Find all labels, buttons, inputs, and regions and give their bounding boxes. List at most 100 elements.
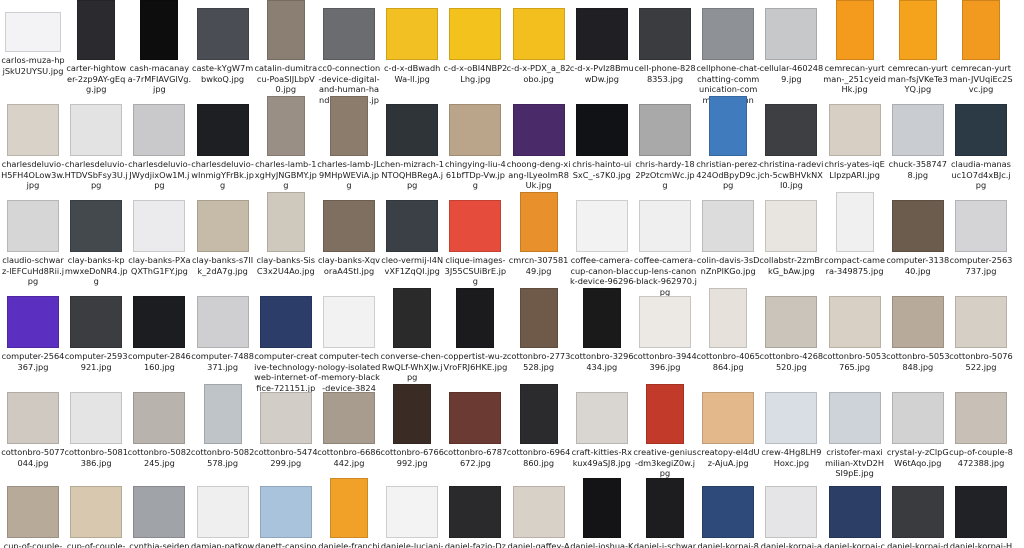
file-thumbnail[interactable] [259, 296, 312, 348]
file-thumbnail[interactable] [765, 392, 818, 444]
file-thumbnail[interactable] [639, 8, 691, 60]
file-item[interactable]: daniel-fazio-Dz [444, 478, 506, 548]
file-thumbnail[interactable] [7, 104, 59, 156]
file-item[interactable]: computer-2593921.jpg [65, 288, 128, 372]
file-thumbnail[interactable] [196, 8, 249, 60]
file-item[interactable]: crystal-y-zClpGW6tAqo.jpg [887, 384, 949, 468]
file-thumbnail[interactable] [519, 384, 558, 444]
file-item[interactable]: cmrcn-30758149.jpg [508, 192, 570, 276]
file-item[interactable]: charlesdeluvio-wInmigYFrBk.jpg [191, 96, 254, 191]
file-item[interactable]: clique-images-3J55CSUiBrE.jpg [444, 192, 506, 287]
file-thumbnail[interactable] [456, 288, 495, 348]
file-item[interactable]: cristofer-maximilian-XtvD2HSI9pE.jpg [824, 384, 886, 479]
file-thumbnail[interactable] [835, 192, 874, 252]
file-thumbnail[interactable] [449, 8, 502, 60]
file-thumbnail[interactable] [266, 192, 305, 252]
file-item[interactable]: chingying-liu-461bfTDp-Vw.jpg [444, 96, 506, 191]
file-item[interactable]: c-d-x-PvIz8BmuwDw.jpg [570, 0, 634, 84]
file-thumbnail[interactable] [702, 200, 755, 252]
file-thumbnail[interactable] [891, 200, 944, 252]
file-thumbnail[interactable] [575, 8, 628, 60]
file-thumbnail[interactable] [386, 200, 439, 252]
file-item[interactable]: cynthia-seidens [128, 478, 190, 548]
file-item[interactable]: daniel-gaffey-A [508, 478, 570, 548]
file-thumbnail[interactable] [702, 392, 755, 444]
file-thumbnail[interactable] [765, 104, 818, 156]
file-item[interactable]: cash-macanaya-7rMFIAVGlVg.jpg [128, 0, 191, 95]
file-item[interactable]: cottonbro-6787672.jpg [444, 384, 507, 468]
file-thumbnail[interactable] [133, 296, 186, 348]
file-thumbnail[interactable] [765, 296, 818, 348]
file-thumbnail[interactable] [70, 392, 123, 444]
file-thumbnail[interactable] [582, 478, 621, 538]
file-item[interactable]: cottonbro-3296434.jpg [570, 288, 634, 372]
file-item[interactable]: cottonbro-5474299.jpg [254, 384, 318, 468]
file-item[interactable]: christian-perez-424OdBpyD9c.jpg [696, 96, 760, 191]
file-thumbnail[interactable] [582, 288, 621, 348]
file-item[interactable]: cottonbro-5053765.jpg [823, 288, 886, 372]
file-thumbnail[interactable] [898, 0, 937, 60]
file-item[interactable]: cottonbro-5081386.jpg [64, 384, 128, 468]
file-item[interactable]: colin-davis-3sDnZnPlKGo.jpg [697, 192, 759, 276]
file-thumbnail[interactable] [765, 8, 818, 60]
file-item[interactable]: daniel-j-schwar [634, 478, 696, 548]
file-item[interactable]: cleo-vermij-l4NvXF1ZqQI.jpg [381, 192, 443, 276]
file-item[interactable]: clay-banks-s7IIk_2dA7g.jpg [192, 192, 254, 276]
file-thumbnail[interactable] [519, 288, 558, 348]
file-thumbnail[interactable] [955, 104, 1007, 156]
file-item[interactable]: creatopy-el4dUz-AjuA.jpg [697, 384, 759, 468]
file-item[interactable]: c-d-x-dBwadhWa-ll.jpg [381, 0, 443, 84]
file-item[interactable]: daniel-korpai-d [887, 478, 949, 548]
file-thumbnail[interactable] [203, 384, 242, 444]
file-thumbnail[interactable] [639, 200, 691, 252]
file-thumbnail[interactable] [512, 486, 565, 538]
file-item[interactable]: claudia-manasuc1O7d4xBJc.jpg [950, 96, 1012, 191]
file-thumbnail[interactable] [7, 486, 59, 538]
file-item[interactable]: carlos-muza-hpjSkU2UYSU.jpg [1, 0, 65, 76]
file-thumbnail[interactable] [639, 104, 691, 156]
file-item[interactable]: choong-deng-xiang-lLyeoImR8Uk.jpg [507, 96, 570, 191]
file-item[interactable]: cemrecan-yurtman-JVUqiEc2Svc.jpg [949, 0, 1013, 95]
file-thumbnail[interactable] [955, 200, 1007, 252]
file-item[interactable]: cell-phone-8288353.jpg [634, 0, 696, 84]
file-item[interactable]: daniele-luciani- [381, 478, 444, 548]
file-item[interactable]: c-d-x-oBI4NBP2Lhg.jpg [444, 0, 507, 84]
file-item[interactable]: chris-hainto-uiSxC_-s7K0.jpg [571, 96, 633, 180]
file-thumbnail[interactable] [196, 104, 249, 156]
file-item[interactable]: chen-mizrach-1NTOQHBRegA.jpg [380, 96, 444, 191]
file-item[interactable]: cottonbro-5076522.jpg [949, 288, 1013, 372]
file-thumbnail[interactable] [7, 392, 59, 444]
file-thumbnail[interactable] [512, 104, 565, 156]
file-thumbnail[interactable] [133, 104, 186, 156]
file-thumbnail[interactable] [70, 296, 123, 348]
file-thumbnail[interactable] [765, 486, 818, 538]
file-item[interactable]: clay-banks-XqvoraA4StI.jpg [318, 192, 380, 276]
file-item[interactable]: claudio-schwarz-lEFCuHd8Rii.jpg [2, 192, 64, 287]
file-thumbnail[interactable] [955, 296, 1007, 348]
file-thumbnail[interactable] [259, 392, 312, 444]
file-item[interactable]: chuck-3587478.jpg [887, 96, 949, 180]
file-thumbnail[interactable] [70, 104, 123, 156]
file-thumbnail[interactable] [702, 486, 755, 538]
file-item[interactable]: cottonbro-5053848.jpg [886, 288, 950, 372]
file-thumbnail[interactable] [891, 104, 944, 156]
file-thumbnail[interactable] [323, 392, 375, 444]
file-item[interactable]: chris-yates-iqELIpzpARI.jpg [824, 96, 886, 180]
file-item[interactable]: coppertist-wu-zVroFRJ6HKE.jpg [443, 288, 507, 372]
file-thumbnail[interactable] [828, 104, 881, 156]
file-thumbnail[interactable] [77, 0, 116, 60]
file-item[interactable]: charles-lamb-1xgHyJNGBMY.jpg [255, 96, 317, 191]
file-item[interactable]: cottonbro-2773528.jpg [507, 288, 570, 372]
file-item[interactable]: collabstr-2zmBrkG_bAw.jpg [759, 192, 823, 276]
file-item[interactable]: daniel-korpai-8 [697, 478, 759, 548]
file-item[interactable]: cottonbro-3944396.jpg [633, 288, 697, 372]
file-item[interactable]: computer-2564367.jpg [2, 288, 64, 372]
file-item[interactable]: catalin-dumitracu-PoaSIJLbpV0.jpg [254, 0, 317, 95]
file-thumbnail[interactable] [449, 104, 502, 156]
file-thumbnail[interactable] [266, 0, 305, 60]
file-item[interactable]: cottonbro-4065864.jpg [696, 288, 760, 372]
file-thumbnail[interactable] [449, 392, 502, 444]
file-thumbnail[interactable] [196, 200, 249, 252]
file-thumbnail[interactable] [955, 486, 1007, 538]
file-thumbnail[interactable] [393, 384, 432, 444]
